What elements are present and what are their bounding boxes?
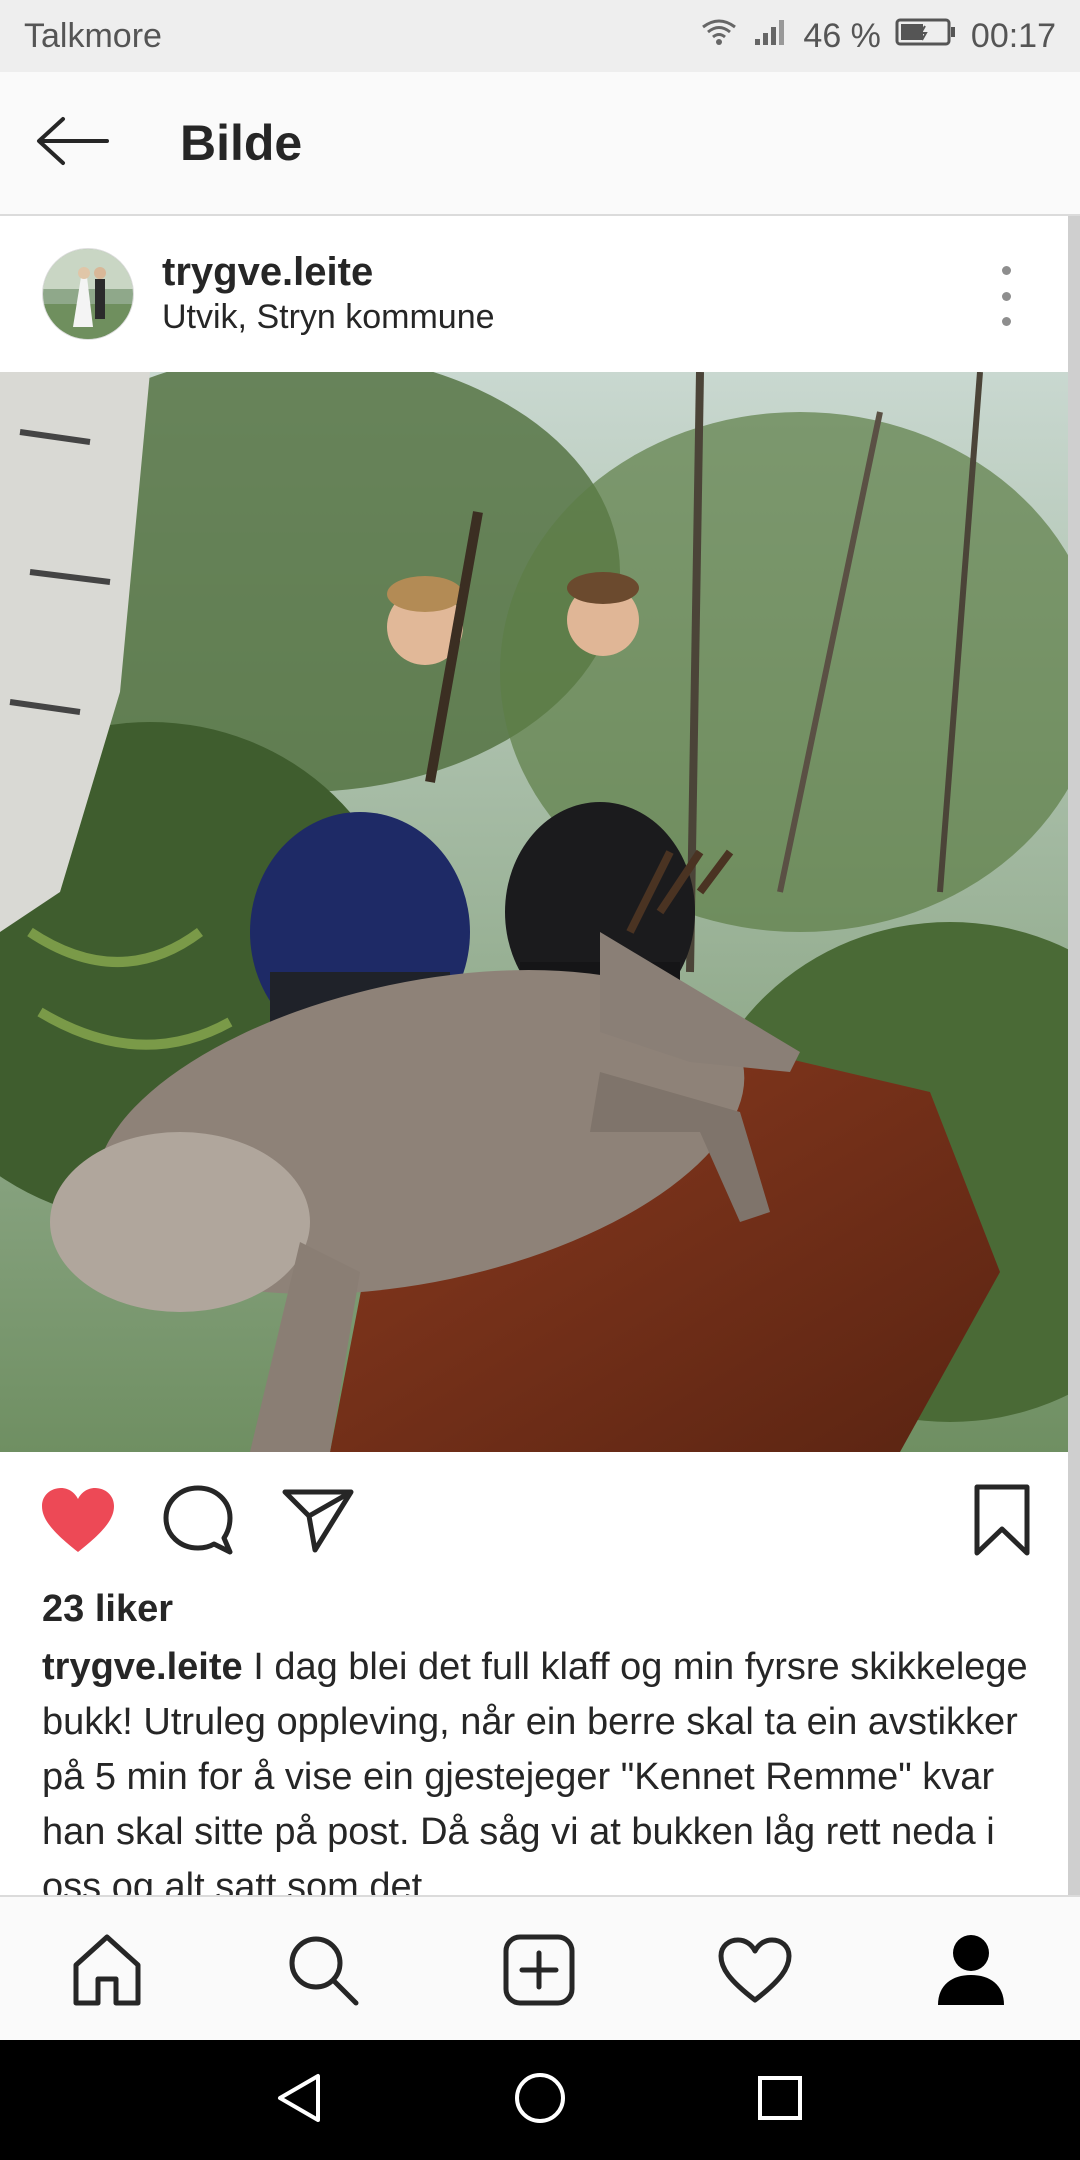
scrollbar[interactable] <box>1068 216 1080 1896</box>
share-icon <box>281 1486 355 1559</box>
nav-search[interactable] <box>278 1927 368 2017</box>
page-title: Bilde <box>180 115 303 171</box>
recents-square-icon <box>752 2070 808 2131</box>
status-bar: Talkmore 46 % 00:17 <box>0 0 1080 72</box>
bottom-nav <box>0 1895 1080 2042</box>
more-vertical-icon <box>1001 266 1011 275</box>
caption-username[interactable]: trygve.leite <box>42 1646 243 1688</box>
nav-profile[interactable] <box>926 1927 1016 2017</box>
bookmark-button[interactable] <box>962 1482 1042 1562</box>
system-nav-bar <box>0 2040 1080 2160</box>
carrier-name: Talkmore <box>24 16 162 55</box>
back-button[interactable] <box>0 71 144 215</box>
arrow-left-icon <box>35 115 109 172</box>
bookmark-icon <box>973 1483 1031 1562</box>
system-back-button[interactable] <box>264 2064 336 2136</box>
back-triangle-icon <box>272 2070 328 2131</box>
more-vertical-icon <box>1001 291 1011 301</box>
app-bar: Bilde <box>0 72 1080 216</box>
status-icons: 46 % 00:17 <box>699 16 1056 57</box>
wifi-icon <box>699 17 739 56</box>
post-location[interactable]: Utvik, Stryn kommune <box>162 295 495 339</box>
comment-button[interactable] <box>158 1482 238 1562</box>
clock: 00:17 <box>970 16 1056 55</box>
profile-icon <box>936 1933 1006 2012</box>
search-icon <box>286 1933 360 2012</box>
battery-level: 46 % <box>803 16 881 55</box>
system-home-button[interactable] <box>504 2064 576 2136</box>
share-button[interactable] <box>278 1482 358 1562</box>
activity-heart-icon <box>717 1936 793 2009</box>
user-block: trygve.leite Utvik, Stryn kommune <box>162 249 495 339</box>
more-vertical-icon <box>1001 317 1011 326</box>
post-actions <box>0 1452 1068 1592</box>
system-recents-button[interactable] <box>744 2064 816 2136</box>
nav-activity[interactable] <box>710 1927 800 2017</box>
avatar[interactable] <box>42 248 134 340</box>
post-caption: trygve.leite I dag blei det full klaff o… <box>42 1640 1042 1895</box>
home-circle-icon <box>512 2070 568 2131</box>
home-icon <box>70 1933 144 2012</box>
battery-icon <box>895 16 957 57</box>
signal-icon <box>753 17 789 56</box>
comment-icon <box>162 1484 234 1561</box>
heart-filled-icon <box>40 1486 116 1559</box>
nav-new-post[interactable] <box>494 1927 584 2017</box>
post-header: trygve.leite Utvik, Stryn kommune <box>0 216 1068 372</box>
post-photo[interactable] <box>0 372 1068 1452</box>
add-post-icon <box>502 1933 576 2012</box>
nav-home[interactable] <box>62 1927 152 2017</box>
like-button[interactable] <box>38 1482 118 1562</box>
likes-count[interactable]: 23 liker <box>42 1588 173 1631</box>
post-username[interactable]: trygve.leite <box>162 249 495 295</box>
more-options-button[interactable] <box>986 266 1026 326</box>
